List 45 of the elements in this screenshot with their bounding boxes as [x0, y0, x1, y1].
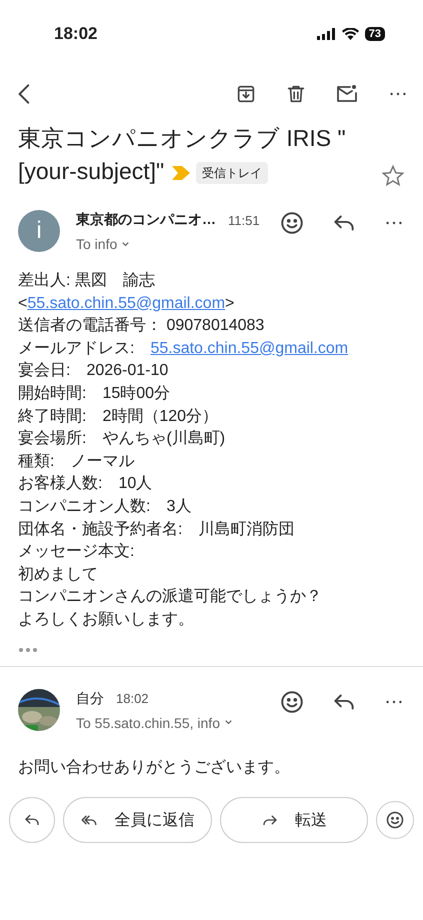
emoji-icon[interactable]: [385, 810, 405, 830]
body-text: お問い合わせありがとうございます。: [18, 758, 291, 778]
show-trimmed-icon[interactable]: [18, 646, 38, 652]
star-icon[interactable]: [381, 164, 405, 188]
body-text: 終了時間: 2時間（120分）: [18, 406, 220, 427]
importance-marker-icon: [172, 166, 190, 180]
sender-name: 自分: [76, 690, 104, 708]
body-text: 初めまして: [18, 564, 99, 585]
chevron-icon: [224, 718, 233, 727]
reply-all-button[interactable]: 全員に返信: [63, 797, 212, 844]
recipients[interactable]: To info: [76, 236, 263, 252]
email-subject: 東京コンパニオンクラブ IRIS "[your-subject]" 受信トレイ: [18, 124, 347, 186]
email-link[interactable]: 55.sato.chin.55@gmail.com: [27, 294, 226, 312]
email-link[interactable]: 55.sato.chin.55@gmail.com: [150, 340, 348, 357]
body-text: コンパニオンさんの派遣可能でしょうか？: [18, 586, 323, 608]
body-text: 開始時間: 15時00分: [18, 384, 172, 404]
message-time: 11:51: [228, 212, 260, 228]
sender-name: 東京都のコンパニオ…: [76, 211, 216, 229]
emoji-icon[interactable]: [279, 688, 305, 714]
emoji-button[interactable]: [376, 801, 414, 840]
body-text: 宴会場所: やんちゃ(川島町): [18, 428, 226, 450]
chevron-icon: [121, 240, 130, 248]
message-time: 18:02: [116, 691, 149, 706]
status-time: 18:02: [54, 24, 98, 44]
body-text: 種類: ノーマル: [18, 452, 136, 472]
emoji-icon[interactable]: [279, 210, 305, 236]
recipients[interactable]: To 55.sato.chin.55, info: [76, 714, 263, 730]
body-text: コンパニオン人数: 3人: [18, 496, 192, 517]
body-text: 団体名・施設予約者名: 川島町消防団: [18, 520, 296, 540]
body-text: 宴会日: 2026-01-10: [18, 360, 170, 382]
body-text: 差出人: 黒図 諭志: [18, 270, 156, 291]
battery-level: 73: [364, 27, 385, 41]
label-tag[interactable]: 受信トレイ: [196, 162, 268, 184]
body-text: メッセージ本文:: [18, 542, 136, 562]
avatar: i: [18, 210, 60, 252]
body-text: メールアドレス: 55.sato.chin.55@gmail.com: [18, 338, 350, 359]
body-text: 送信者の電話番号： 09078014083: [18, 316, 266, 336]
body-text: <55.sato.chin.55@gmail.com>: [18, 294, 236, 314]
signal-icon: [316, 28, 336, 40]
body-text: よろしくお願いします。: [18, 610, 195, 630]
forward-button[interactable]: 転送: [220, 797, 368, 844]
body-text: お客様人数: 10人: [18, 474, 154, 494]
archive-icon[interactable]: [235, 83, 257, 105]
trash-icon[interactable]: [285, 83, 307, 105]
wifi-icon: [342, 28, 359, 40]
